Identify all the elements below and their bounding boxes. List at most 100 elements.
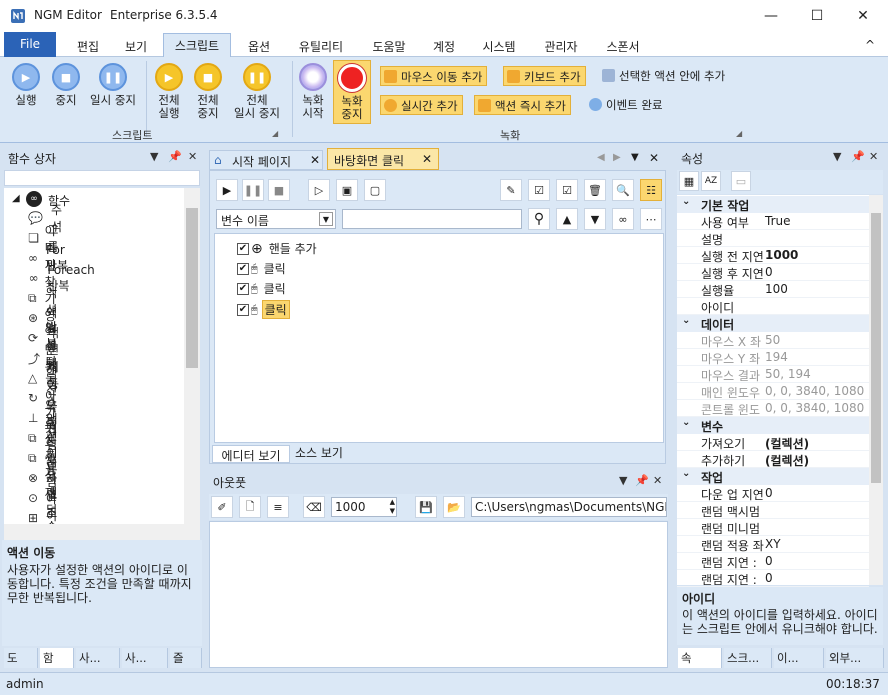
play-boxed-icon[interactable]: ▣ xyxy=(336,179,358,201)
eraser-icon[interactable]: ⌫ xyxy=(303,496,325,518)
play-outline-icon[interactable]: ▷ xyxy=(308,179,330,201)
collapse-arrow-icon[interactable]: ◢ xyxy=(12,193,20,204)
tree-scroll-thumb[interactable] xyxy=(186,208,198,368)
maximize-button[interactable]: ☐ xyxy=(794,0,840,32)
tab-scroll-left-icon[interactable]: ◀ xyxy=(597,152,605,163)
expand-icon[interactable]: ⌄ xyxy=(682,417,690,428)
dropdown-icon[interactable]: ▼ xyxy=(619,474,627,487)
property-row[interactable]: 실행 후 지연 0 xyxy=(677,264,869,281)
property-row[interactable]: 마우스 X 좌 50 xyxy=(677,332,869,349)
run-button[interactable]: ▶ 실행 xyxy=(8,63,44,107)
save-icon[interactable]: 💾 xyxy=(415,496,437,518)
tab-script[interactable]: 스크립트 xyxy=(163,33,231,58)
add-in-selected-button[interactable]: 선택한 액션 안에 추가 xyxy=(599,66,729,86)
tab-list-icon[interactable]: ▼ xyxy=(631,152,639,163)
property-row[interactable]: 랜덤 지연 : 0 xyxy=(677,553,869,570)
pause-icon[interactable]: ❚❚ xyxy=(242,179,264,201)
checkbox-icon[interactable]: ✔ xyxy=(237,242,249,255)
add-mouse-move-button[interactable]: 마우스 이동 추가 xyxy=(380,66,488,86)
stop-button[interactable]: ■ 중지 xyxy=(48,63,84,107)
property-row[interactable]: 랜덤 지연 : 0 xyxy=(677,570,869,587)
stop-all-button[interactable]: ■ 전체 중지 xyxy=(190,63,226,120)
property-row[interactable]: 매인 윈도우 0, 0, 3840, 1080 xyxy=(677,383,869,400)
property-row[interactable]: 다운 업 지연 0 xyxy=(677,485,869,502)
property-value[interactable]: 1000 xyxy=(765,248,798,262)
count-stepper[interactable]: 1000 ▲ ▼ xyxy=(331,497,397,517)
left-tab-functions[interactable]: 함 xyxy=(40,648,74,668)
property-value[interactable]: True xyxy=(765,214,791,228)
move-up-icon[interactable]: ▲ xyxy=(556,208,578,230)
property-category[interactable]: ⌄ 변수 xyxy=(677,417,869,434)
expand-icon[interactable]: ⌄ xyxy=(682,468,690,479)
move-down-icon[interactable]: ▼ xyxy=(584,208,606,230)
close-doc-icon[interactable]: ✕ xyxy=(649,151,659,165)
tab-desktop-click[interactable]: 바탕화면 클릭 ✕ xyxy=(327,148,439,170)
property-value[interactable]: 0, 0, 3840, 1080 xyxy=(765,401,864,415)
close-icon[interactable]: ✕ xyxy=(653,474,662,487)
close-icon[interactable]: ✕ xyxy=(188,150,197,163)
brush-icon[interactable]: ✐ xyxy=(211,496,233,518)
action-node-handle[interactable]: ✔ ⊕ 핸들 추가 xyxy=(237,240,317,257)
property-row[interactable]: 랜덤 미니멈 xyxy=(677,519,869,536)
tab-edit[interactable]: 편집 xyxy=(64,35,112,57)
property-scroll-thumb[interactable] xyxy=(871,213,881,483)
function-search-input[interactable] xyxy=(4,170,200,186)
variable-select[interactable]: 변수 이름 ▼ xyxy=(216,209,336,229)
expand-icon[interactable]: ⌄ xyxy=(682,315,690,326)
property-pages-icon[interactable]: ▭ xyxy=(731,171,751,191)
checkbox-icon[interactable]: ☑ xyxy=(556,179,578,201)
function-item[interactable]: ∞ Foreach 반복 xyxy=(28,263,99,293)
property-value[interactable]: 0 xyxy=(765,571,773,585)
tab-scroll-right-icon[interactable]: ▶ xyxy=(613,152,621,163)
edit-icon[interactable]: ✎ xyxy=(500,179,522,201)
minimize-button[interactable]: — xyxy=(748,0,794,32)
tab-source-view[interactable]: 소스 보기 xyxy=(290,443,348,461)
categorized-icon[interactable]: ▦ xyxy=(679,171,699,191)
property-value[interactable]: (컬렉션) xyxy=(765,452,809,469)
close-icon[interactable]: ✕ xyxy=(869,150,878,163)
right-tab-external[interactable]: 외부... xyxy=(826,648,884,668)
record-start-button[interactable]: 녹화 시작 xyxy=(296,63,330,120)
property-row[interactable]: 콘트롤 윈도 0, 0, 3840, 1080 xyxy=(677,400,869,417)
tab-help[interactable]: 도움말 xyxy=(362,35,416,57)
dropdown-icon[interactable]: ▼ xyxy=(833,150,841,163)
record-stop-button[interactable]: 녹화 중지 xyxy=(333,60,371,124)
left-tab-3[interactable]: 사... xyxy=(76,648,120,668)
tab-utility[interactable]: 유틸리티 xyxy=(288,35,354,57)
function-item[interactable]: ⊞ 랜덤 숫자 xyxy=(28,486,63,524)
add-realtime-button[interactable]: 실시간 추가 xyxy=(380,95,463,115)
checkbox-checked-icon[interactable]: ☑ xyxy=(528,179,550,201)
left-tab-4[interactable]: 사... xyxy=(122,648,168,668)
add-action-now-button[interactable]: 액션 즉시 추가 xyxy=(474,95,571,115)
right-tab-3[interactable]: 이... xyxy=(774,648,824,668)
tab-editor-view[interactable]: 에디터 보기 xyxy=(212,445,290,463)
output-path-input[interactable]: C:\Users\ngmas\Documents\NGM6\ xyxy=(471,497,667,517)
tab-sponsor[interactable]: 스폰서 xyxy=(596,35,650,57)
close-tab-icon[interactable]: ✕ xyxy=(422,152,432,166)
variable-search-input[interactable] xyxy=(342,209,522,229)
property-row[interactable]: 실행율 100 xyxy=(677,281,869,298)
property-value[interactable]: 0 xyxy=(765,265,773,279)
property-value[interactable]: XY xyxy=(765,537,781,551)
property-value[interactable]: 100 xyxy=(765,282,788,296)
more-icon[interactable]: ⋯ xyxy=(640,208,662,230)
property-value[interactable]: 0 xyxy=(765,486,773,500)
property-row[interactable]: 사용 여부 True xyxy=(677,213,869,230)
group-expand-icon[interactable]: ◢ xyxy=(736,129,742,138)
property-row[interactable]: 설명 xyxy=(677,230,869,247)
property-value[interactable]: 0 xyxy=(765,554,773,568)
infinity-icon[interactable]: ∞ xyxy=(612,208,634,230)
file-menu[interactable]: File xyxy=(4,32,56,57)
run-all-button[interactable]: ▶ 전체 실행 xyxy=(150,63,188,120)
pin-icon[interactable]: 📌 xyxy=(168,150,182,163)
event-done-button[interactable]: 이벤트 완료 xyxy=(586,95,667,115)
action-node-click[interactable]: ✔ 🖱 클릭 xyxy=(237,260,286,277)
ribbon-collapse-icon[interactable]: ^ xyxy=(860,35,880,57)
left-tab-1[interactable]: 도 xyxy=(4,648,38,668)
property-row[interactable]: 실행 전 지연 1000 xyxy=(677,247,869,264)
add-keyboard-button[interactable]: 키보드 추가 xyxy=(503,66,586,86)
delete-icon[interactable]: 🗑 xyxy=(584,179,606,201)
property-row[interactable]: 마우스 Y 좌 194 xyxy=(677,349,869,366)
right-tab-script[interactable]: 스크... xyxy=(724,648,772,668)
property-scrollbar[interactable] xyxy=(869,195,883,585)
